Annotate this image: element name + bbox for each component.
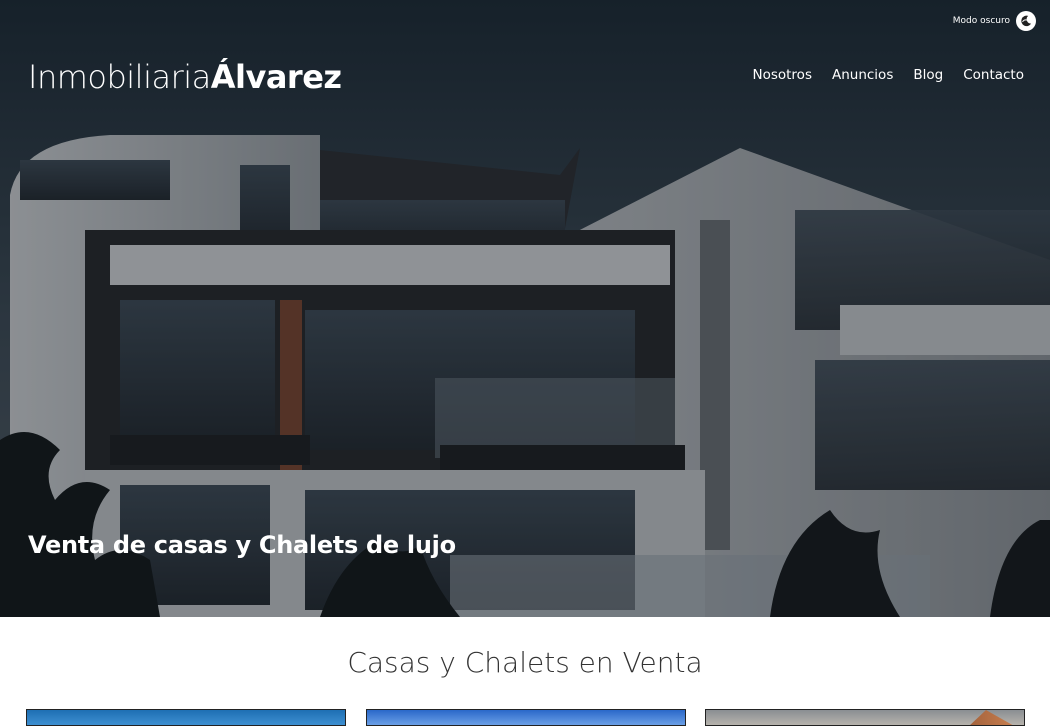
moon-icon[interactable] (1016, 11, 1036, 31)
listings-section-title: Casas y Chalets en Venta (347, 646, 703, 679)
dark-mode-toggle[interactable]: Modo oscuro (953, 11, 1036, 31)
nav-link-nosotros[interactable]: Nosotros (752, 67, 812, 83)
nav-link-anuncios[interactable]: Anuncios (832, 67, 893, 83)
hero-title: Venta de casas y Chalets de lujo (28, 531, 456, 559)
listing-cards (26, 709, 1025, 726)
listing-card[interactable] (26, 709, 346, 726)
logo-text-light: Inmobiliaria (28, 58, 211, 96)
listing-card[interactable] (366, 709, 686, 726)
listing-card[interactable] (705, 709, 1025, 726)
logo-text-bold: Álvarez (210, 58, 342, 96)
listing-card-image (968, 710, 1016, 725)
dark-mode-label: Modo oscuro (952, 16, 1010, 26)
main-navigation: Nosotros Anuncios Blog Contacto (752, 67, 1024, 83)
nav-link-contacto[interactable]: Contacto (963, 67, 1024, 83)
nav-link-blog[interactable]: Blog (913, 67, 943, 83)
hero-section: Modo oscuro InmobiliariaÁlvarez Nosotros… (0, 0, 1050, 617)
site-logo[interactable]: InmobiliariaÁlvarez (28, 58, 342, 96)
